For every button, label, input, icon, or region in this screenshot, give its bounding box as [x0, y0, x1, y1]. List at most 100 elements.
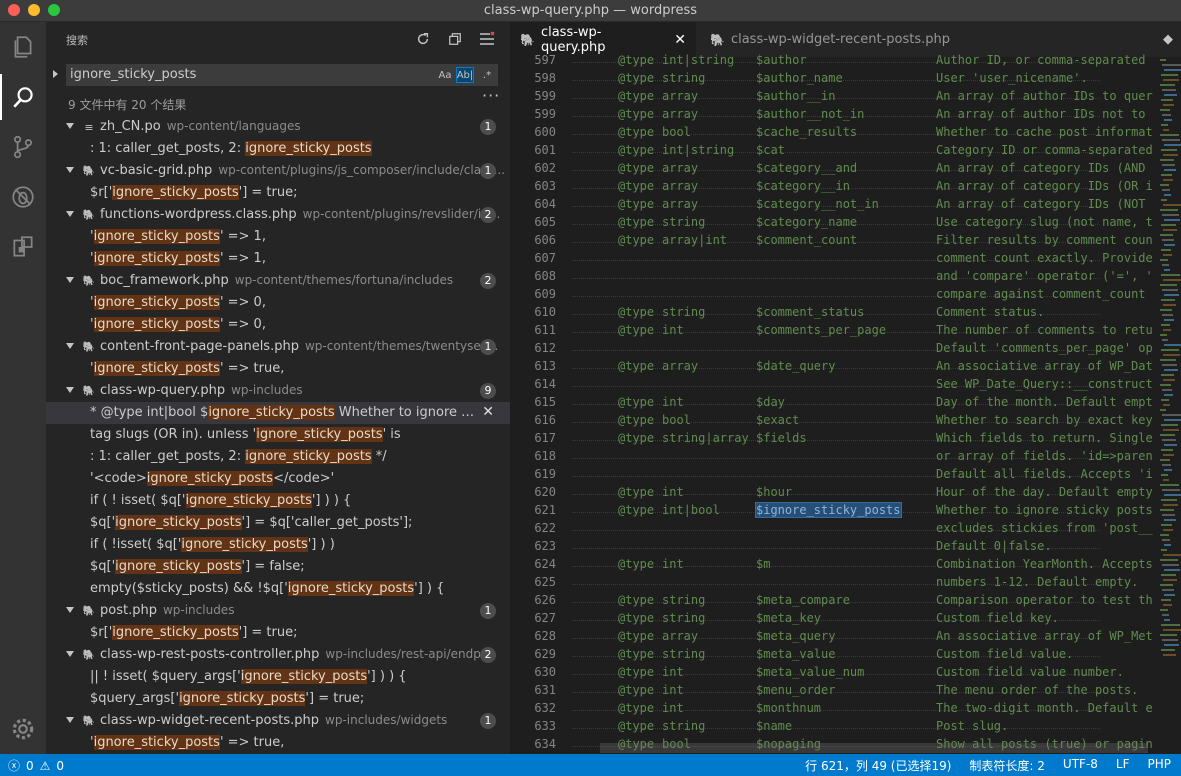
code-line[interactable]: 599 @type array $author__in An array of auth… — [510, 89, 1160, 107]
code-line[interactable]: 602 @type array $category__and An array of c… — [510, 161, 1160, 179]
result-match-row[interactable]: $r['ignore_sticky_posts'] = true; — [46, 622, 510, 644]
result-match-row[interactable]: $query_args['ignore_sticky_posts'] = tru… — [46, 688, 510, 710]
result-file-row[interactable]: 🐘 class-wp-query.php wp-includes 9 — [46, 380, 510, 402]
result-match-row[interactable]: : 1: caller_get_posts, 2: ignore_sticky_… — [46, 138, 510, 160]
problems-indicator[interactable]: ⓧ 0 ⚠ 0 — [8, 757, 64, 774]
chevron-down-icon[interactable] — [66, 387, 74, 393]
result-file-row[interactable]: 🐘 class-wp-widget-recent-posts.php wp-incl… — [46, 710, 510, 732]
code-line[interactable]: 604 @type array $category__not_in An array o… — [510, 197, 1160, 215]
result-match-row[interactable]: 'ignore_sticky_posts' => 1, — [46, 226, 510, 248]
cursor-position[interactable]: 行 621，列 49 (已选择19) — [805, 757, 951, 774]
line-ending[interactable]: LF — [1116, 757, 1130, 774]
code-line[interactable]: 609 compare against comment_count — [510, 287, 1160, 305]
code-line[interactable]: 600 @type bool $cache_results Whether to cac… — [510, 125, 1160, 143]
result-match-row[interactable]: '<code>ignore_sticky_posts</code>' — [46, 468, 510, 490]
language-mode[interactable]: PHP — [1148, 757, 1172, 774]
result-match-row[interactable]: $q['ignore_sticky_posts'] = $q['caller_g… — [46, 512, 510, 534]
code-line[interactable]: 612 Default 'comments_per_page' op — [510, 341, 1160, 359]
code-line[interactable]: 605 @type string $category_name Use category… — [510, 215, 1160, 233]
encoding[interactable]: UTF-8 — [1063, 757, 1098, 774]
code-line[interactable]: 628 @type array $meta_query An associative a… — [510, 629, 1160, 647]
use-regex-icon[interactable]: .* — [478, 67, 496, 83]
close-icon[interactable]: ✕ — [674, 32, 686, 48]
chevron-down-icon[interactable] — [66, 277, 74, 283]
result-file-row[interactable]: ≡ zh_CN.po wp-content/languages 1 — [46, 116, 510, 138]
search-icon[interactable] — [0, 74, 46, 120]
code-line[interactable]: 610 @type string $comment_status Comment sta… — [510, 305, 1160, 323]
chevron-down-icon[interactable] — [66, 123, 74, 129]
chevron-down-icon[interactable] — [66, 167, 74, 173]
result-match-row[interactable]: * @type int|bool $ignore_sticky_posts Wh… — [46, 402, 510, 424]
result-file-row[interactable]: 🐘 post.php wp-includes 1 — [46, 600, 510, 622]
result-match-row[interactable]: if ( !isset( $q['ignore_sticky_posts'] )… — [46, 534, 510, 556]
code-line[interactable]: 615 @type int $day Day of the month. Default… — [510, 395, 1160, 413]
result-file-row[interactable]: 🐘 class-wp-rest-posts-controller.php wp-in… — [46, 644, 510, 666]
code-line[interactable]: 613 @type array $date_query An associative a… — [510, 359, 1160, 377]
debug-icon[interactable] — [0, 174, 46, 220]
code-line[interactable]: 619 Default all fields. Accepts 'i — [510, 467, 1160, 485]
collapse-all-icon[interactable] — [478, 30, 496, 48]
code-line[interactable]: 614 See WP_Date_Query::__construct — [510, 377, 1160, 395]
code-line[interactable]: 630 @type int $meta_value_num Custom field v… — [510, 665, 1160, 683]
refresh-icon[interactable] — [414, 30, 432, 48]
result-match-row[interactable]: 'ignore_sticky_posts' => true, — [46, 358, 510, 380]
code-line[interactable]: 617 @type string|array $fields Which fields … — [510, 431, 1160, 449]
explorer-icon[interactable] — [0, 24, 46, 70]
tab-class-wp-query[interactable]: 🐘 class-wp-query.php ✕ — [510, 22, 696, 57]
code-line[interactable]: 611 @type int $comments_per_page The number … — [510, 323, 1160, 341]
source-control-icon[interactable] — [0, 124, 46, 170]
code-editor[interactable]: 597 @type int|string $author Author ID, or c… — [510, 53, 1181, 754]
tab-size[interactable]: 制表符长度: 2 — [969, 757, 1045, 774]
chevron-down-icon[interactable] — [66, 717, 74, 723]
more-options-icon[interactable]: ··· — [482, 86, 500, 105]
clear-results-icon[interactable] — [446, 30, 464, 48]
result-match-row[interactable]: 'ignore_sticky_posts' => true, — [46, 732, 510, 754]
code-line[interactable]: 624 @type int $m Combination YearMonth. Acce… — [510, 557, 1160, 575]
code-line[interactable]: 629 @type string $meta_value Custom field va… — [510, 647, 1160, 665]
result-file-row[interactable]: 🐘 functions-wordpress.class.php wp-content… — [46, 204, 510, 226]
result-match-row[interactable]: if ( ! isset( $q['ignore_sticky_posts'] … — [46, 490, 510, 512]
minimap[interactable] — [1158, 57, 1181, 754]
result-match-row[interactable]: || ! isset( $query_args['ignore_sticky_p… — [46, 666, 510, 688]
match-whole-word-icon[interactable]: Ab| — [456, 67, 474, 83]
result-match-row[interactable]: 'ignore_sticky_posts' => 1, — [46, 248, 510, 270]
dismiss-match-icon[interactable]: ✕ — [482, 404, 494, 420]
extensions-icon[interactable] — [0, 224, 46, 270]
code-line[interactable]: 625 numbers 1-12. Default empty. — [510, 575, 1160, 593]
code-line[interactable]: 608 and 'compare' operator ('=', ' — [510, 269, 1160, 287]
code-line[interactable]: 631 @type int $menu_order The menu order of … — [510, 683, 1160, 701]
result-match-row[interactable]: 'ignore_sticky_posts' => 0, — [46, 292, 510, 314]
settings-gear-icon[interactable] — [0, 706, 46, 752]
result-match-row[interactable]: tag slugs (OR in). unless 'ignore_sticky… — [46, 424, 510, 446]
chevron-down-icon[interactable] — [66, 607, 74, 613]
result-file-row[interactable]: 🐘 content-front-page-panels.php wp-content… — [46, 336, 510, 358]
split-editor-icon[interactable]: ◆ — [1163, 32, 1173, 47]
code-line[interactable]: 632 @type int $monthnum The two-digit month.… — [510, 701, 1160, 719]
code-line[interactable]: 607 comment count exactly. Provide — [510, 251, 1160, 269]
code-line[interactable]: 606 @type array|int $comment_count Filter re… — [510, 233, 1160, 251]
code-line[interactable]: 598 @type string $author_name User 'user_nic… — [510, 71, 1160, 89]
code-line[interactable]: 597 @type int|string $author Author ID, or c… — [510, 53, 1160, 71]
code-line[interactable]: 627 @type string $meta_key Custom field key. — [510, 611, 1160, 629]
code-line[interactable]: 633 @type string $name Post slug. — [510, 719, 1160, 737]
result-match-row[interactable]: $q['ignore_sticky_posts'] = false; — [46, 556, 510, 578]
tab-class-wp-widget-recent-posts[interactable]: 🐘 class-wp-widget-recent-posts.php — [700, 22, 960, 57]
chevron-down-icon[interactable] — [66, 651, 74, 657]
result-match-row[interactable]: 'ignore_sticky_posts' => 0, — [46, 314, 510, 336]
result-file-row[interactable]: 🐘 boc_framework.php wp-content/themes/fort… — [46, 270, 510, 292]
code-line[interactable]: 626 @type string $meta_compare Comparison op… — [510, 593, 1160, 611]
chevron-down-icon[interactable] — [66, 211, 74, 217]
match-case-icon[interactable]: Aa — [436, 67, 454, 83]
search-input[interactable]: ignore_sticky_posts Aa Ab| .* — [66, 64, 498, 86]
search-input-value[interactable]: ignore_sticky_posts — [70, 67, 196, 82]
horizontal-scrollbar[interactable] — [600, 743, 1148, 753]
code-line[interactable]: 622 excludes stickies from 'post__ — [510, 521, 1160, 539]
code-line[interactable]: 620 @type int $hour Hour of the day. Default… — [510, 485, 1160, 503]
code-line[interactable]: 601 @type int|string $cat Category ID or com… — [510, 143, 1160, 161]
result-match-row[interactable]: empty($sticky_posts) && !$q['ignore_stic… — [46, 578, 510, 600]
code-line[interactable]: 599 @type array $author__not_in An array of … — [510, 107, 1160, 125]
result-match-row[interactable]: $r['ignore_sticky_posts'] = true; — [46, 182, 510, 204]
toggle-replace-chevron-icon[interactable] — [52, 68, 62, 80]
result-file-row[interactable]: 🐘 vc-basic-grid.php wp-content/plugins/js_… — [46, 160, 510, 182]
code-line[interactable]: 621 @type int|bool $ignore_sticky_posts Whet… — [510, 502, 1160, 521]
